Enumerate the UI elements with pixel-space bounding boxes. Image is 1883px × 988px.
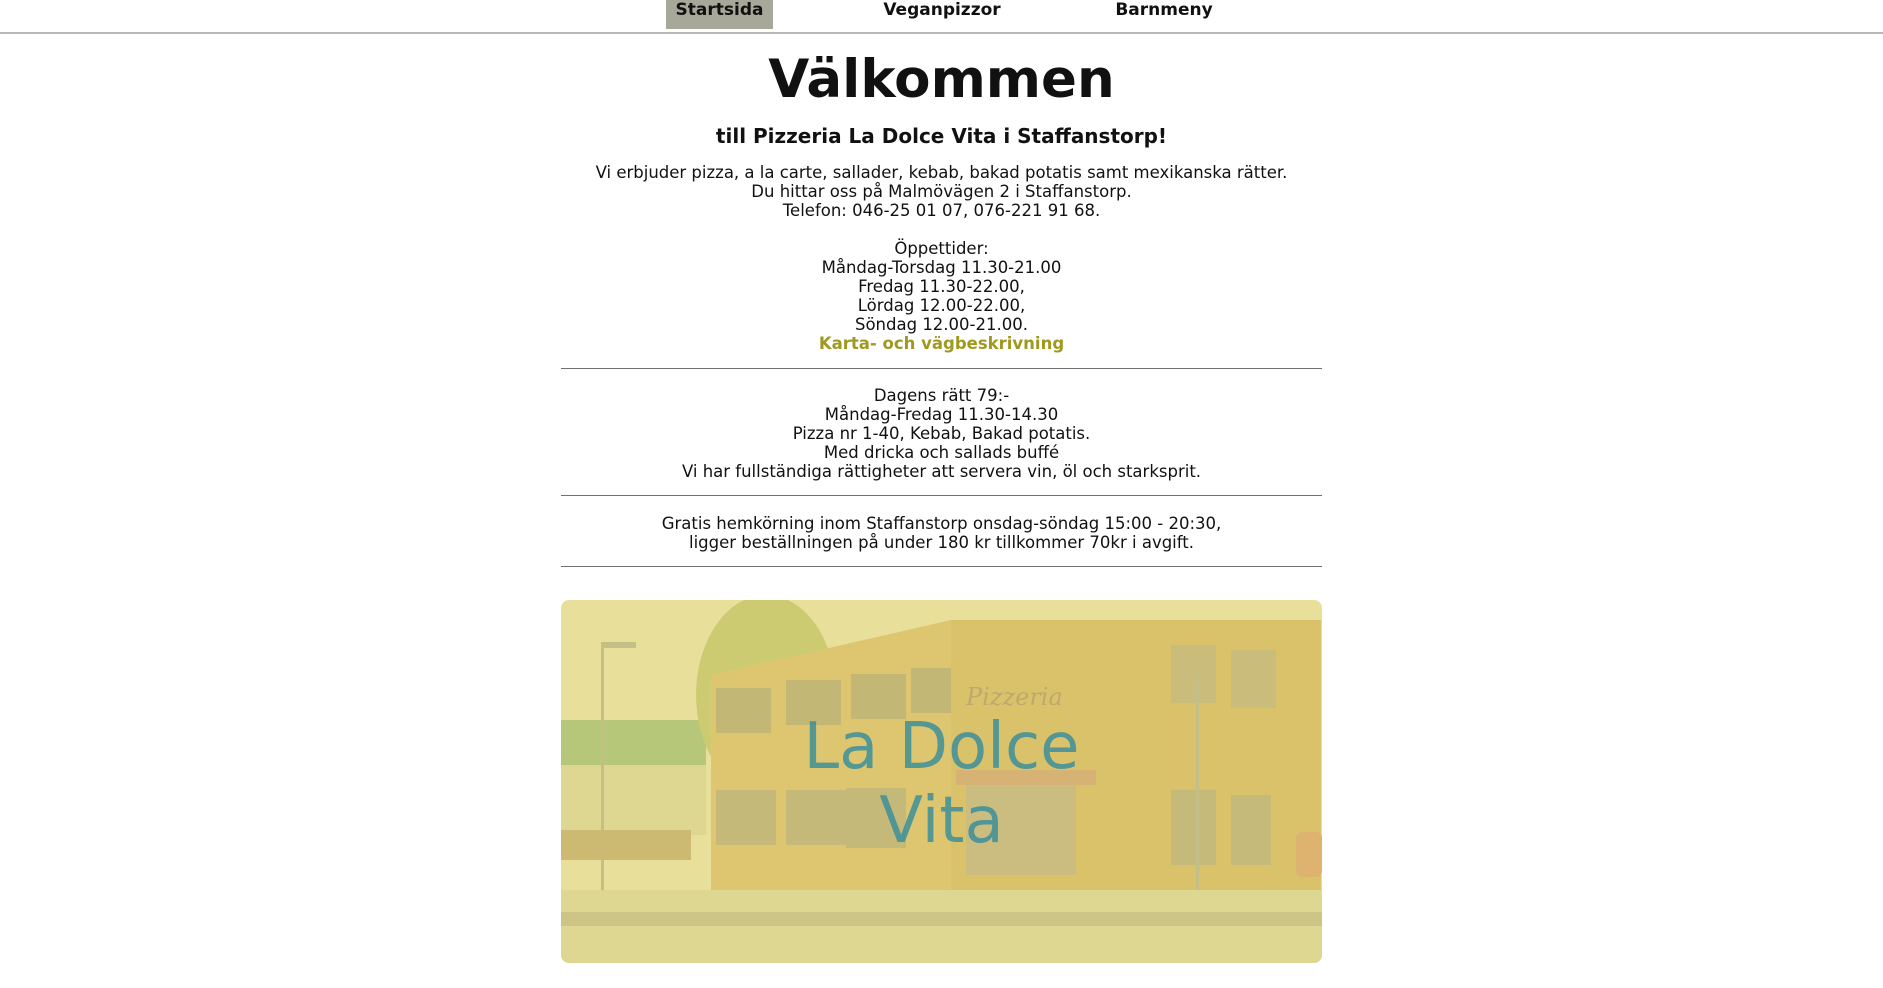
delivery-line: Gratis hemkörning inom Staffanstorp onsd…	[661, 514, 1222, 533]
daily-line: Pizza nr 1-40, Kebab, Bakad potatis.	[792, 424, 1091, 443]
daily-line: Dagens rätt 79:-	[873, 386, 1010, 405]
hours-line: Lördag 12.00-22.00,	[857, 296, 1026, 315]
delivery-info: Gratis hemkörning inom Staffanstorp onsd…	[561, 514, 1322, 552]
map-directions-link[interactable]: Karta- och vägbeskrivning	[819, 334, 1064, 353]
hours-title: Öppettider:	[894, 239, 989, 258]
daily-line: Måndag-Fredag 11.30-14.30	[824, 405, 1059, 424]
nav-item-startsida[interactable]: Startsida	[666, 0, 773, 29]
daily-line: Vi har fullständiga rättigheter att serv…	[681, 462, 1202, 481]
daily-line: Med dricka och sallads buffé	[823, 443, 1060, 462]
divider	[561, 495, 1322, 496]
nav-item-veganpizzor[interactable]: Veganpizzor	[872, 0, 1012, 29]
hero-title-line: Vita	[879, 784, 1004, 858]
divider	[561, 368, 1322, 369]
hours-line: Söndag 12.00-21.00.	[854, 315, 1028, 334]
hours-line: Måndag-Torsdag 11.30-21.00	[821, 258, 1062, 277]
page-title: Välkommen	[768, 49, 1115, 110]
page-subtitle: till Pizzeria La Dolce Vita i Staffansto…	[715, 124, 1168, 148]
hours-line: Fredag 11.30-22.00,	[858, 277, 1025, 296]
intro-line: Vi erbjuder pizza, a la carte, sallader,…	[595, 163, 1288, 182]
hero-title: La Dolce Vita	[561, 710, 1322, 858]
top-navigation: Startsida Veganpizzor Barnmeny	[0, 0, 1883, 34]
intro-text: Vi erbjuder pizza, a la carte, sallader,…	[561, 163, 1322, 353]
restaurant-photo: Pizzeria La Dolce Vita	[561, 600, 1322, 963]
intro-line: Telefon: 046-25 01 07, 076-221 91 68.	[782, 201, 1101, 220]
daily-special: Dagens rätt 79:- Måndag-Fredag 11.30-14.…	[561, 386, 1322, 481]
intro-line: Du hittar oss på Malmövägen 2 i Staffans…	[751, 182, 1132, 201]
nav-item-barnmeny[interactable]: Barnmeny	[1104, 0, 1224, 29]
hero-title-line: La Dolce	[803, 710, 1080, 784]
divider	[561, 566, 1322, 567]
delivery-line: ligger beställningen på under 180 kr til…	[689, 533, 1194, 552]
